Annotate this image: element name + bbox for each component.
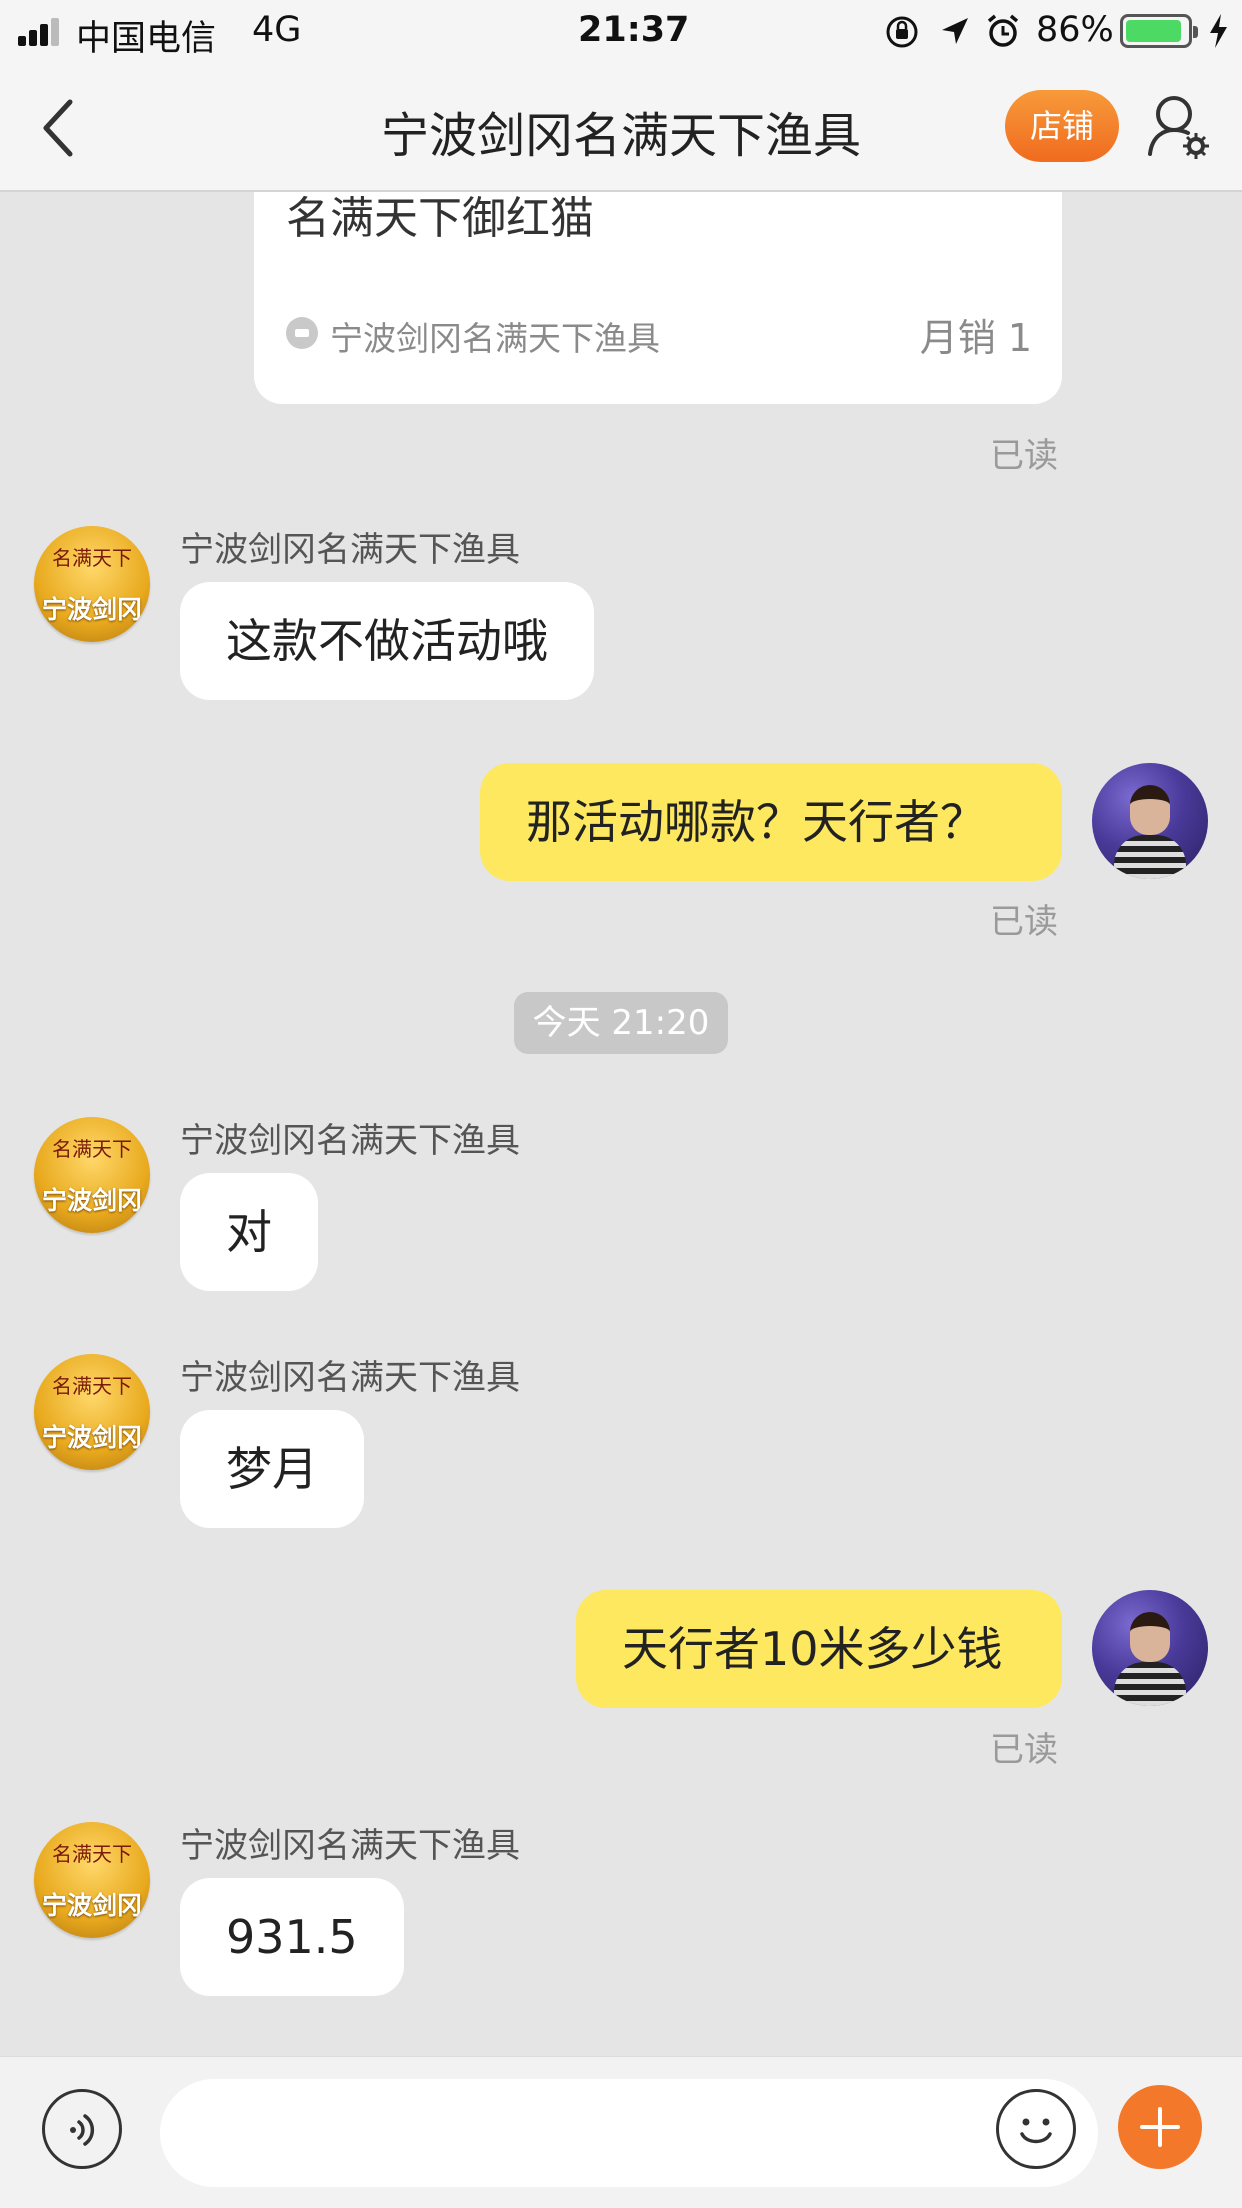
plus-icon — [1140, 2107, 1180, 2147]
shop-avatar[interactable]: 名满天下 宁波剑冈 — [34, 526, 150, 642]
network-label: 4G — [252, 10, 302, 50]
status-bar: 中国电信 4G 21:37 86% — [0, 0, 1242, 62]
message-bubble-outgoing[interactable]: 天行者10米多少钱 — [576, 1590, 1062, 1708]
location-arrow-icon — [942, 18, 968, 44]
sender-name: 宁波剑冈名满天下渔具 — [180, 530, 520, 570]
battery-percent-label: 86% — [1036, 10, 1114, 50]
emoji-button[interactable] — [996, 2089, 1076, 2169]
clock-label: 21:37 — [578, 10, 690, 50]
charging-bolt-icon — [1210, 14, 1227, 48]
message-bubble-incoming[interactable]: 931.5 — [180, 1878, 404, 1996]
emoji-icon — [1020, 2118, 1052, 2144]
alarm-icon — [987, 14, 1019, 47]
user-avatar[interactable] — [1092, 763, 1208, 879]
message-bubble-incoming[interactable]: 梦月 — [180, 1410, 364, 1528]
product-name: 名满天下御红猫 — [286, 193, 594, 244]
message-bubble-incoming[interactable]: 对 — [180, 1173, 318, 1291]
shop-avatar[interactable]: 名满天下 宁波剑冈 — [34, 1117, 150, 1233]
sender-name: 宁波剑冈名满天下渔具 — [180, 1826, 520, 1866]
carrier-label: 中国电信 — [76, 19, 217, 59]
message-bubble-incoming[interactable]: 这款不做活动哦 — [180, 582, 594, 700]
shop-avatar[interactable]: 名满天下 宁波剑冈 — [34, 1354, 150, 1470]
rotation-lock-icon — [886, 16, 918, 48]
product-sales: 月销 1 — [919, 316, 1032, 360]
message-input[interactable] — [160, 2079, 1098, 2187]
voice-icon — [70, 2114, 95, 2146]
shop-icon — [286, 317, 318, 349]
read-receipt: 已读 — [990, 436, 1058, 476]
shop-avatar[interactable]: 名满天下 宁波剑冈 — [34, 1822, 150, 1938]
user-avatar[interactable] — [1092, 1590, 1208, 1706]
product-card[interactable]: 名满天下御红猫 宁波剑冈名满天下渔具 月销 1 — [254, 192, 1062, 404]
voice-button[interactable] — [42, 2089, 122, 2169]
battery-icon — [1120, 14, 1198, 48]
shop-button[interactable]: 店铺 — [1005, 90, 1119, 162]
timestamp-chip: 今天 21:20 — [514, 992, 728, 1054]
sender-name: 宁波剑冈名满天下渔具 — [180, 1358, 520, 1398]
signal-icon — [18, 16, 63, 46]
user-settings-icon[interactable] — [1146, 92, 1212, 162]
chat-area[interactable]: 名满天下御红猫 宁波剑冈名满天下渔具 月销 1 已读 名满天下 宁波剑冈 宁波剑… — [0, 192, 1242, 2056]
message-bubble-outgoing[interactable]: 那活动哪款？天行者？ — [480, 763, 1062, 881]
read-receipt: 已读 — [990, 902, 1058, 942]
read-receipt: 已读 — [990, 1730, 1058, 1770]
input-bar — [0, 2056, 1242, 2208]
plus-button[interactable] — [1118, 2085, 1202, 2169]
sender-name: 宁波剑冈名满天下渔具 — [180, 1121, 520, 1161]
product-shop-name: 宁波剑冈名满天下渔具 — [330, 319, 660, 358]
nav-bar: 宁波剑冈名满天下渔具 店铺 — [0, 62, 1242, 192]
